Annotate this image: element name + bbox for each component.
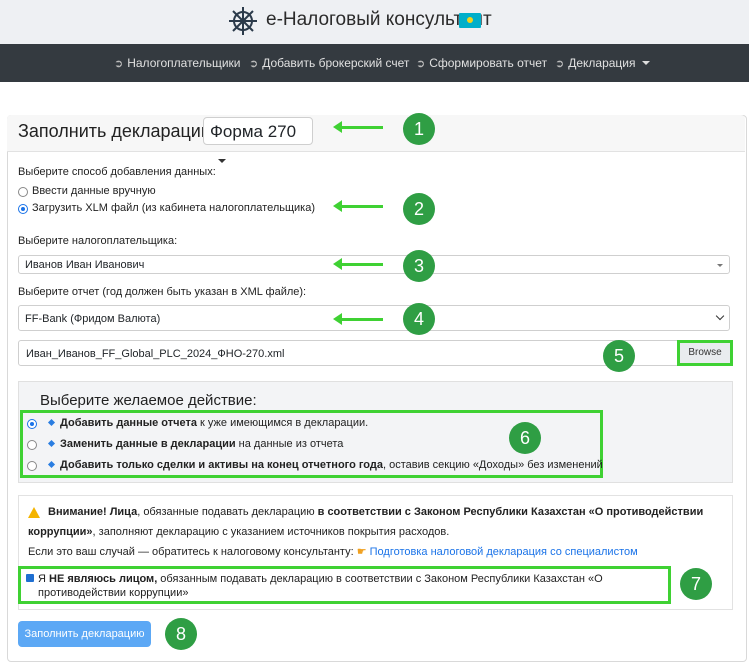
consultant-link[interactable]: Подготовка налоговой декларация со специ…: [370, 546, 638, 558]
diamond-icon: [47, 439, 56, 448]
radio-upload-xml[interactable]: [18, 204, 28, 214]
radio-replace-data[interactable]: [27, 440, 37, 450]
diamond-icon: [47, 418, 56, 427]
radio-upload-xml-label: Загрузить XLM файл (из кабинета налогопл…: [32, 202, 316, 214]
annotation-badge: 5: [603, 340, 635, 372]
page-title: Заполнить декларацию: [18, 121, 215, 141]
radio-manual[interactable]: [18, 187, 28, 197]
app-title: e-Налоговый консультант: [266, 9, 492, 30]
radio-add-data[interactable]: [27, 419, 37, 429]
report-label: Выберите отчет (год должен быть указан в…: [18, 286, 307, 298]
nav-item-generate-report[interactable]: ➲ Сформировать отчет: [416, 56, 547, 70]
annotation-badge: 1: [403, 113, 435, 145]
annotation-badge: 7: [680, 568, 712, 600]
chevron-down-icon: [641, 61, 650, 65]
warning-text: Внимание! Лица, обязанные подавать декла…: [28, 506, 704, 558]
form-type-select[interactable]: Форма 270: [203, 117, 313, 163]
option-add-deals-assets: Добавить только сделки и активы на конец…: [47, 459, 603, 471]
annotation-arrow: [333, 258, 383, 270]
annotation-badge: 4: [403, 303, 435, 335]
chevron-down-icon: [715, 311, 725, 321]
option-replace-data: Заменить данные в декларации на данные и…: [47, 438, 343, 450]
annotation-badge: 2: [403, 193, 435, 225]
nav-item-taxpayers[interactable]: ➲ Налогоплательщики: [114, 56, 241, 70]
annotation-arrow: [333, 313, 383, 325]
kazakhstan-flag-icon: [459, 13, 481, 28]
chevron-down-icon: [717, 264, 723, 267]
annotation-arrow: [333, 121, 383, 133]
ship-wheel-logo-icon: [229, 7, 257, 35]
browse-button[interactable]: Browse: [677, 340, 733, 366]
taxpayer-label: Выберите налогоплательщика:: [18, 235, 178, 247]
not-obliged-checkbox[interactable]: [26, 574, 34, 582]
data-method-label: Выберите способ добавления данных:: [18, 166, 216, 178]
annotation-badge: 3: [403, 250, 435, 282]
nav-item-declaration[interactable]: ➲ Декларация: [555, 56, 650, 70]
radio-manual-label: Ввести данные вручную: [32, 185, 156, 197]
chevron-down-icon: [218, 159, 226, 163]
arrow-icon: ➲: [416, 58, 426, 70]
arrow-icon: ➲: [249, 58, 259, 70]
annotation-badge: 8: [165, 618, 197, 650]
annotation-arrow: [333, 200, 383, 212]
action-title: Выберите желаемое действие:: [40, 392, 257, 409]
arrow-icon: ➲: [114, 58, 124, 70]
not-obliged-label: Я НЕ являюсь лицом, обязанным подавать д…: [38, 573, 603, 599]
pointing-hand-icon: ☛: [356, 546, 367, 558]
radio-add-deals-assets[interactable]: [27, 461, 37, 471]
diamond-icon: [47, 460, 56, 469]
option-add-data: Добавить данные отчета к уже имеющимся в…: [47, 417, 368, 429]
annotation-badge: 6: [509, 422, 541, 454]
arrow-icon: ➲: [555, 58, 565, 70]
nav-item-add-broker-account[interactable]: ➲ Добавить брокерский счет: [249, 56, 409, 70]
submit-declaration-button[interactable]: Заполнить декларацию: [18, 621, 151, 647]
